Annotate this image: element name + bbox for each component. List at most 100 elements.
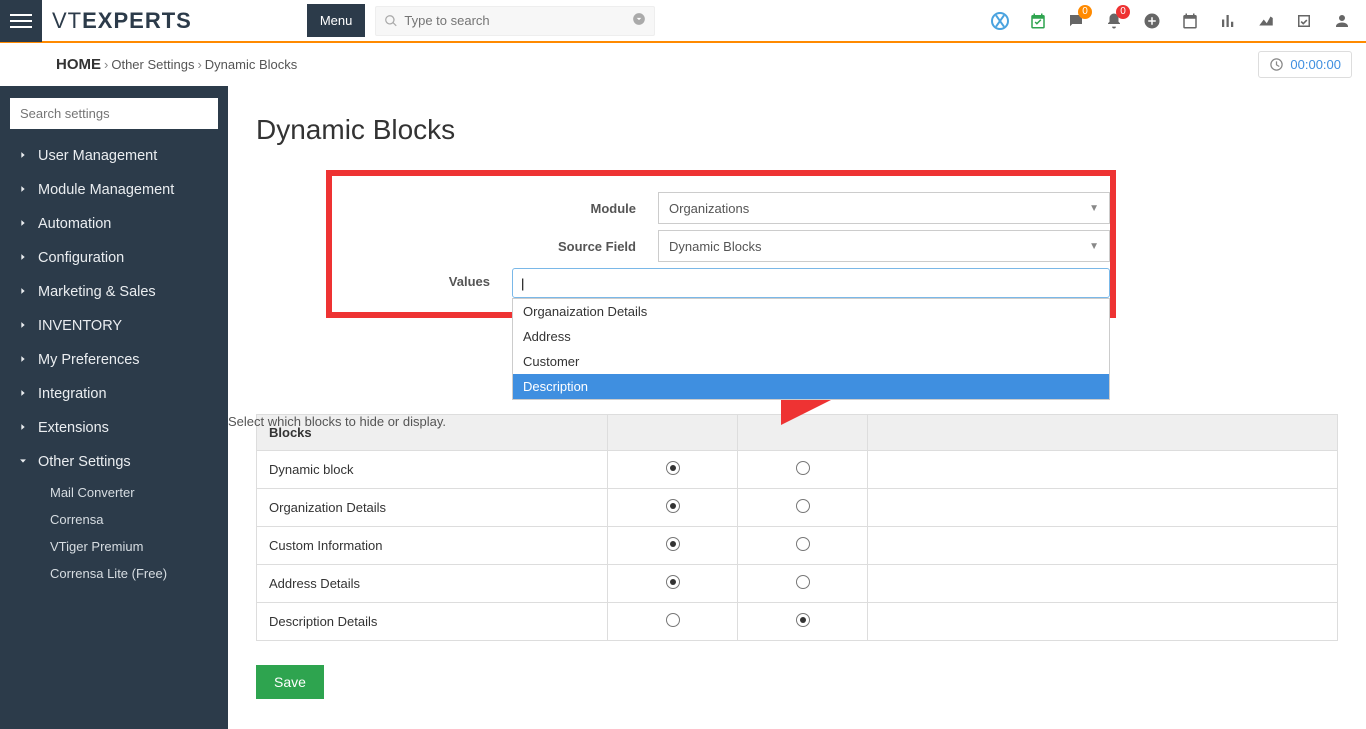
values-label: Values	[332, 274, 512, 289]
chevron-right-icon	[18, 352, 28, 368]
sidebar-item[interactable]: Extensions	[0, 411, 228, 445]
table-row: Organization Details	[257, 489, 1338, 527]
bar-chart-icon[interactable]	[1212, 5, 1244, 37]
sidebar-search-input[interactable]	[10, 98, 218, 129]
chevron-right-icon	[18, 216, 28, 232]
radio-show[interactable]	[666, 613, 680, 627]
block-name: Dynamic block	[257, 451, 608, 489]
module-select[interactable]: Organizations ▼	[658, 192, 1110, 224]
sidebar-item[interactable]: Other Settings	[0, 445, 228, 479]
section-label: Select which blocks to hide or display.	[228, 414, 446, 429]
sidebar-item-label: Other Settings	[38, 454, 131, 470]
sidebar-item[interactable]: My Preferences	[0, 343, 228, 377]
chevron-right-icon: ›	[104, 57, 108, 72]
source-field-select[interactable]: Dynamic Blocks ▼	[658, 230, 1110, 262]
blocks-table: Blocks Dynamic blockOrganization Details…	[256, 414, 1338, 641]
chat-icon[interactable]: 0	[1060, 5, 1092, 37]
app-x-icon[interactable]	[984, 5, 1016, 37]
breadcrumb-home[interactable]: HOME	[56, 56, 101, 73]
timer-widget[interactable]: 00:00:00	[1258, 51, 1352, 78]
block-name: Organization Details	[257, 489, 608, 527]
breadcrumb-level1[interactable]: Other Settings	[111, 57, 194, 72]
values-combobox[interactable]: Organaization DetailsAddressCustomerDesc…	[512, 268, 1110, 298]
col-spacer	[868, 415, 1338, 451]
highlighted-form-area: Module Organizations ▼ Source Field Dyna…	[326, 170, 1116, 318]
spacer-cell	[868, 451, 1338, 489]
sidebar-item[interactable]: Integration	[0, 377, 228, 411]
plus-circle-icon[interactable]	[1136, 5, 1168, 37]
sidebar-item[interactable]: Module Management	[0, 173, 228, 207]
sidebar-search[interactable]	[10, 98, 218, 129]
settings-sidebar: User Management Module ManagementAutomati…	[0, 86, 228, 729]
sidebar-sub-item[interactable]: VTiger Premium	[0, 533, 228, 560]
dropdown-option[interactable]: Address	[513, 324, 1109, 349]
global-search-input[interactable]	[404, 13, 632, 28]
main-content: Dynamic Blocks Module Organizations ▼ So…	[228, 86, 1366, 729]
chevron-right-icon	[18, 318, 28, 334]
radio-hide[interactable]	[796, 461, 810, 475]
spacer-cell	[868, 527, 1338, 565]
sidebar-item-label: Integration	[38, 386, 107, 402]
brand-logo: VTEXPERTS	[52, 8, 192, 34]
save-button[interactable]: Save	[256, 665, 324, 699]
chevron-down-icon	[18, 454, 28, 470]
radio-show[interactable]	[666, 461, 680, 475]
radio-hide[interactable]	[796, 537, 810, 551]
user-icon[interactable]	[1326, 5, 1358, 37]
block-name: Custom Information	[257, 527, 608, 565]
radio-hide[interactable]	[796, 499, 810, 513]
timer-value: 00:00:00	[1290, 57, 1341, 72]
block-name: Description Details	[257, 603, 608, 641]
values-input[interactable]	[512, 268, 1110, 298]
col-opt2	[738, 415, 868, 451]
radio-hide[interactable]	[796, 575, 810, 589]
table-row: Description Details	[257, 603, 1338, 641]
checkbox-icon[interactable]	[1288, 5, 1320, 37]
sidebar-sub-item[interactable]: Corrensa	[0, 506, 228, 533]
top-icons: 0 0	[984, 5, 1358, 37]
chevron-right-icon	[18, 250, 28, 266]
chevron-right-icon	[18, 148, 28, 164]
breadcrumb-level2: Dynamic Blocks	[205, 57, 297, 72]
module-value: Organizations	[669, 201, 749, 216]
radio-show[interactable]	[666, 575, 680, 589]
dropdown-option[interactable]: Description	[513, 374, 1109, 399]
topbar: VTEXPERTS Menu 0 0	[0, 0, 1366, 43]
chevron-right-icon	[18, 420, 28, 436]
breadcrumb: HOME › Other Settings › Dynamic Blocks 0…	[42, 43, 1366, 86]
dropdown-option[interactable]: Customer	[513, 349, 1109, 374]
radio-hide[interactable]	[796, 613, 810, 627]
hamburger-icon[interactable]	[0, 0, 42, 42]
sidebar-item-label: User Management	[38, 148, 157, 164]
sidebar-sub-item[interactable]: Mail Converter	[0, 479, 228, 506]
spacer-cell	[868, 603, 1338, 641]
sidebar-item-label: Marketing & Sales	[38, 284, 156, 300]
sidebar-item[interactable]: User Management	[0, 139, 228, 173]
sidebar-item[interactable]: Configuration	[0, 241, 228, 275]
chevron-right-icon: ›	[197, 57, 201, 72]
spacer-cell	[868, 565, 1338, 603]
radio-show[interactable]	[666, 537, 680, 551]
radio-show[interactable]	[666, 499, 680, 513]
bell-badge: 0	[1116, 5, 1130, 19]
clock-icon	[1269, 57, 1284, 72]
menu-button[interactable]: Menu	[307, 4, 366, 37]
chevron-right-icon	[18, 386, 28, 402]
table-row: Address Details	[257, 565, 1338, 603]
chevron-down-icon: ▼	[1089, 241, 1099, 252]
sidebar-item[interactable]: INVENTORY	[0, 309, 228, 343]
col-opt1	[608, 415, 738, 451]
calendar-icon[interactable]	[1174, 5, 1206, 37]
search-icon	[384, 14, 398, 28]
area-chart-icon[interactable]	[1250, 5, 1282, 37]
calendar-check-icon[interactable]	[1022, 5, 1054, 37]
global-search[interactable]	[375, 6, 655, 36]
sidebar-item[interactable]: Automation	[0, 207, 228, 241]
search-dropdown-icon[interactable]	[632, 12, 646, 29]
sidebar-item-label: Configuration	[38, 250, 124, 266]
sidebar-sub-item[interactable]: Corrensa Lite (Free)	[0, 560, 228, 587]
bell-icon[interactable]: 0	[1098, 5, 1130, 37]
source-field-value: Dynamic Blocks	[669, 239, 761, 254]
dropdown-option[interactable]: Organaization Details	[513, 299, 1109, 324]
sidebar-item[interactable]: Marketing & Sales	[0, 275, 228, 309]
